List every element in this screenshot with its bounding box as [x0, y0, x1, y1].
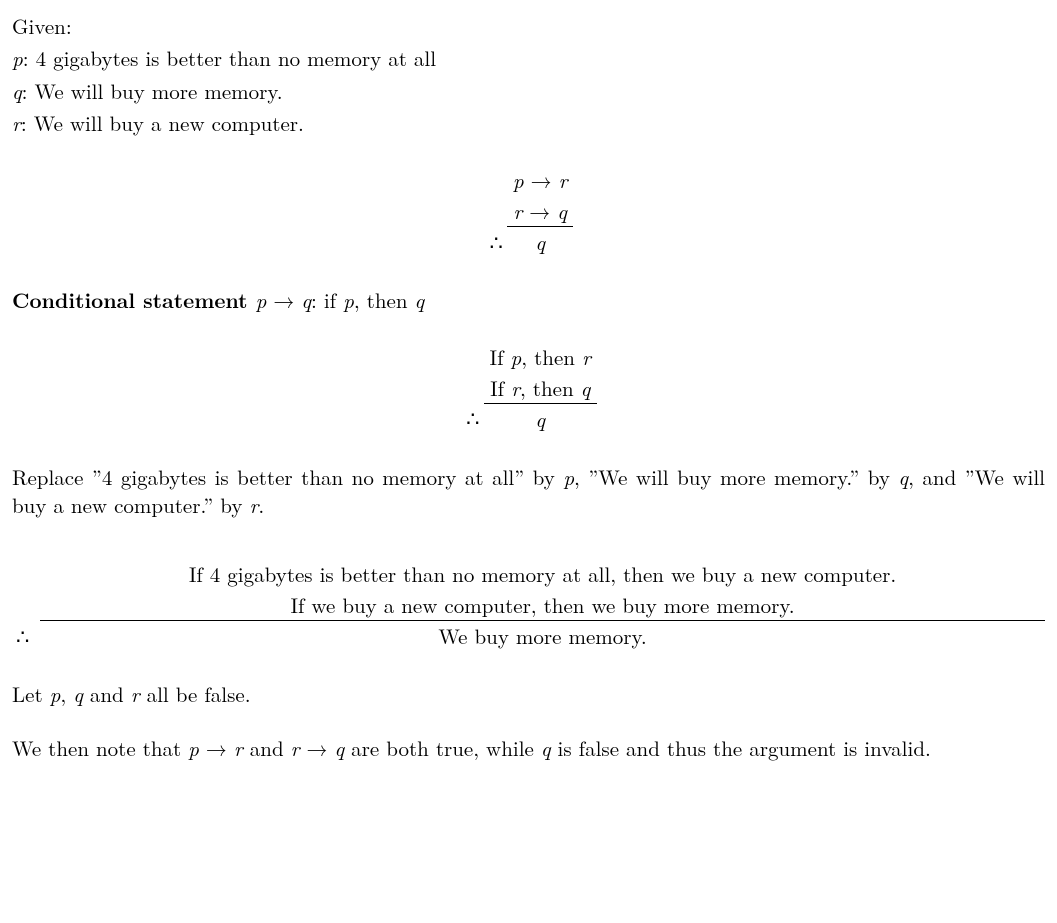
vp2-v1: r	[511, 373, 520, 403]
sym-p1-rhs: r	[559, 165, 568, 195]
given-label: Given:	[12, 12, 1045, 40]
verbal-argument-block: If p, then r If r, then q ∴ q	[12, 342, 1045, 435]
rp-v2: q	[898, 462, 908, 492]
note-paragraph: We then note that p → r and r → q are bo…	[12, 734, 1045, 762]
cond-p: p	[343, 285, 354, 315]
symbolic-conclusion: q	[507, 227, 574, 258]
full-premise-2: If we buy a new computer, then we buy mo…	[40, 590, 1045, 621]
rp-t1: Replace ”4 gigabytes is better than no m…	[12, 462, 563, 492]
arrow-icon: →	[273, 285, 294, 315]
prop-q-var: q	[12, 76, 22, 106]
cond-q: q	[415, 285, 425, 315]
symbolic-argument-table: p → r r → q ∴ q	[484, 165, 574, 258]
sym-concl-var: q	[535, 227, 545, 257]
arrow-icon: →	[531, 165, 552, 195]
therefore-symbol: ∴	[484, 227, 507, 258]
prop-r-var: r	[12, 108, 21, 138]
np-t4: is false and thus the argument is invali…	[551, 733, 931, 763]
vp1-v1: p	[511, 342, 522, 372]
conditional-definition: Conditional statement p → q: if p, then …	[12, 286, 1045, 314]
prop-q-text: We will buy more memory.	[35, 76, 283, 106]
lp-t4: all be false.	[140, 679, 251, 709]
np-t3: are both true, while	[344, 733, 541, 763]
proposition-q: q: We will buy more memory.	[12, 77, 1045, 105]
therefore-symbol: ∴	[460, 403, 483, 434]
cond-lhs: p	[256, 285, 267, 315]
vp1-mid: , then	[521, 342, 582, 372]
full-premise-1: If 4 gigabytes is better than no memory …	[40, 559, 1045, 589]
verbal-premise-1: If p, then r	[484, 342, 597, 372]
sym-p2-rhs: q	[557, 196, 567, 226]
replace-paragraph: Replace ”4 gigabytes is better than no m…	[12, 463, 1045, 520]
np-e1r: r	[234, 733, 243, 763]
full-english-argument-table: If 4 gigabytes is better than no memory …	[12, 559, 1045, 652]
vp2-prefix: If	[490, 373, 511, 403]
proposition-r: r: We will buy a new computer.	[12, 109, 1045, 137]
np-t1: We then note that	[12, 733, 188, 763]
verbal-premise-2: If r, then q	[484, 373, 597, 404]
full-conclusion: We buy more memory.	[40, 621, 1045, 652]
let-paragraph: Let p, q and r all be false.	[12, 680, 1045, 708]
sym-p1-lhs: p	[513, 165, 524, 195]
prop-r-colon: :	[21, 108, 34, 138]
prop-r-text: We will buy a new computer.	[34, 108, 304, 138]
lp-v1: p	[50, 679, 61, 709]
sym-p2-lhs: r	[513, 196, 522, 226]
np-e2l: r	[291, 733, 300, 763]
np-e2r: q	[335, 733, 345, 763]
np-v1: q	[541, 733, 551, 763]
prop-p-var: p	[12, 43, 23, 73]
verbal-conclusion: q	[484, 403, 597, 434]
arrow-icon: →	[529, 196, 550, 226]
np-t2: and	[243, 733, 291, 763]
vp2-mid: , then	[520, 373, 581, 403]
vp1-prefix: If	[490, 342, 511, 372]
np-e1l: p	[188, 733, 199, 763]
rp-t2: , ”We will buy more memory.” by	[574, 462, 898, 492]
symbolic-argument-block: p → r r → q ∴ q	[12, 165, 1045, 258]
arrow-icon: →	[307, 733, 328, 763]
prop-q-colon: :	[22, 76, 35, 106]
verbal-argument-table: If p, then r If r, then q ∴ q	[460, 342, 597, 435]
vp2-v2: q	[581, 373, 591, 403]
prop-p-text: 4 gigabytes is better than no memory at …	[36, 43, 437, 73]
full-english-argument-block: If 4 gigabytes is better than no memory …	[12, 559, 1045, 652]
arrow-icon: →	[206, 733, 227, 763]
lp-v3: r	[131, 679, 140, 709]
prop-p-colon: :	[23, 43, 36, 73]
lp-v2: q	[73, 679, 83, 709]
cond-rhs: q	[301, 285, 311, 315]
rp-t4: .	[258, 490, 264, 520]
cond-comma-then: , then	[354, 285, 415, 315]
symbolic-premise-1: p → r	[507, 165, 574, 195]
therefore-symbol: ∴	[12, 621, 40, 652]
lp-t2: ,	[60, 679, 73, 709]
rp-v1: p	[563, 462, 574, 492]
symbolic-premise-2: r → q	[507, 196, 574, 227]
cond-def-text: : if	[311, 285, 343, 315]
vp1-v2: r	[582, 342, 591, 372]
proposition-p: p: 4 gigabytes is better than no memory …	[12, 44, 1045, 72]
lp-t1: Let	[12, 679, 50, 709]
rp-v3: r	[249, 490, 258, 520]
vconcl-var: q	[535, 404, 545, 434]
conditional-def-label: Conditional statement	[12, 285, 256, 315]
lp-t3: and	[83, 679, 131, 709]
